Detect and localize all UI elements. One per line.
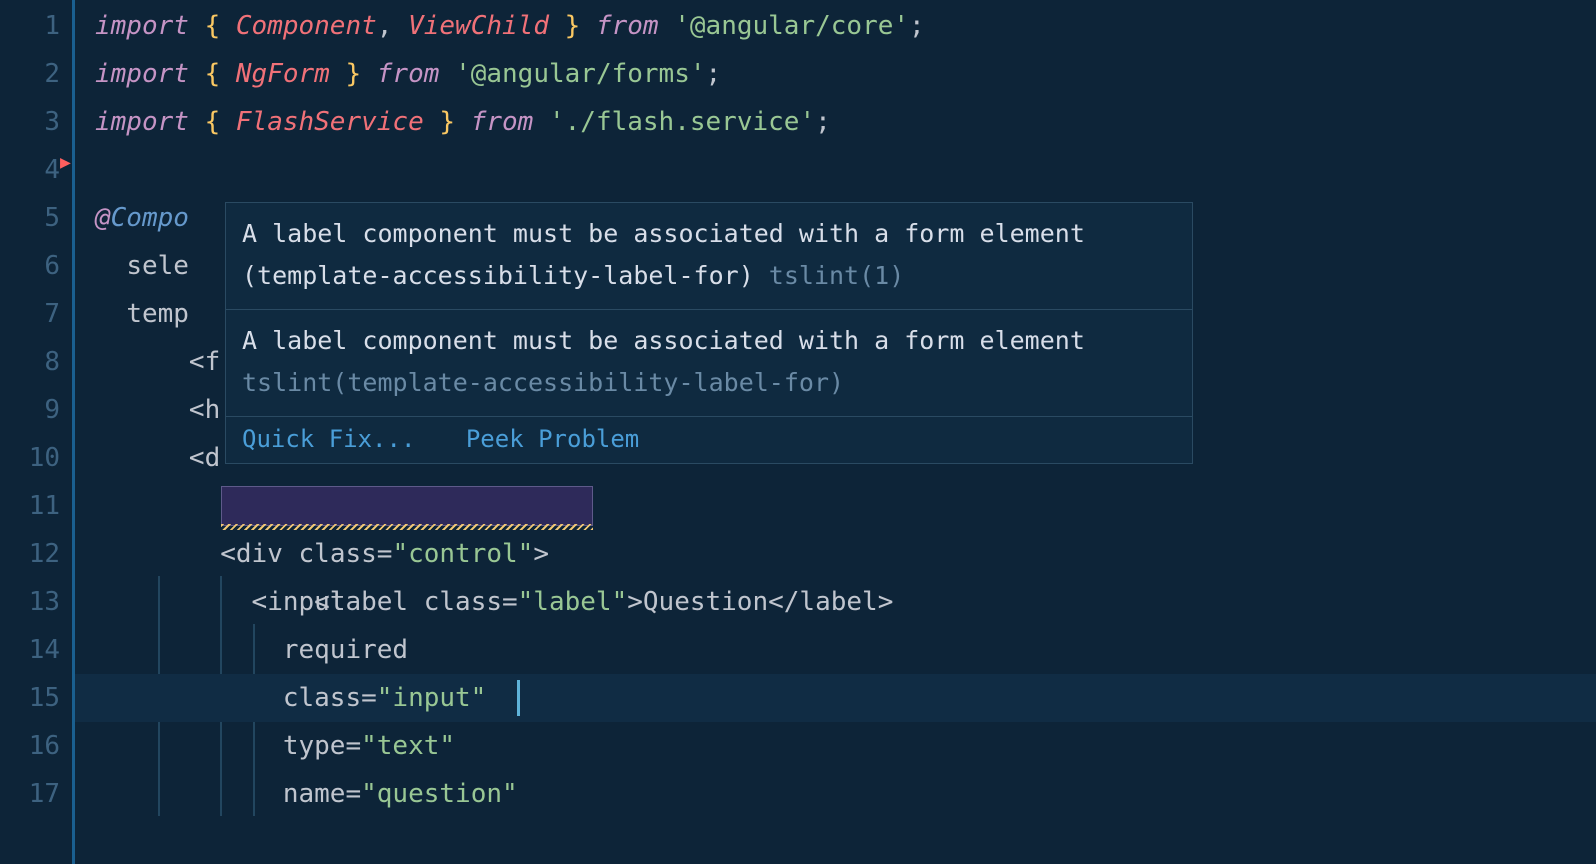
line-number: 9 (0, 386, 60, 434)
line-number: 17 (0, 770, 60, 818)
code-line[interactable]: <label class="label">Question</label> (75, 482, 1596, 530)
problem-hover-tooltip: A label component must be associated wit… (225, 202, 1193, 464)
line-number: 6 (0, 242, 60, 290)
quick-fix-link[interactable]: Quick Fix... (242, 425, 415, 453)
line-number: 3 (0, 98, 60, 146)
tooltip-message: A label component must be associated wit… (226, 203, 1192, 310)
line-number: 16 (0, 722, 60, 770)
line-number: 13 (0, 578, 60, 626)
line-number: 15 (0, 674, 60, 722)
line-number: 4 (0, 146, 60, 194)
text-cursor (517, 680, 520, 716)
code-line[interactable]: type="text" (75, 722, 1596, 770)
line-number: 5 (0, 194, 60, 242)
code-line[interactable]: required (75, 626, 1596, 674)
tooltip-actions: Quick Fix... Peek Problem (226, 417, 1192, 463)
code-line[interactable]: name="question" (75, 770, 1596, 818)
line-number: 14 (0, 626, 60, 674)
code-line[interactable]: <input (75, 578, 1596, 626)
fold-chevron-icon[interactable]: ▶ (60, 152, 71, 173)
line-number: 11 (0, 482, 60, 530)
code-line[interactable]: import { Component, ViewChild } from '@a… (75, 2, 1596, 50)
code-line[interactable]: import { NgForm } from '@angular/forms'; (75, 50, 1596, 98)
warning-highlight (221, 486, 593, 526)
line-number: 10 (0, 434, 60, 482)
code-line[interactable]: <div class="control"> (75, 530, 1596, 578)
line-number: 1 (0, 2, 60, 50)
peek-problem-link[interactable]: Peek Problem (466, 425, 639, 453)
line-number-gutter: 1 2 3 4 5 6 7 8 9 10 11 12 13 14 15 16 1… (0, 0, 72, 864)
line-number: 12 (0, 530, 60, 578)
tooltip-message: A label component must be associated wit… (226, 310, 1192, 417)
line-number: 2 (0, 50, 60, 98)
code-line[interactable] (75, 146, 1596, 194)
code-line[interactable]: import { FlashService } from './flash.se… (75, 98, 1596, 146)
line-number: 8 (0, 338, 60, 386)
line-number: 7 (0, 290, 60, 338)
code-line-active[interactable]: class="input" (75, 674, 1596, 722)
